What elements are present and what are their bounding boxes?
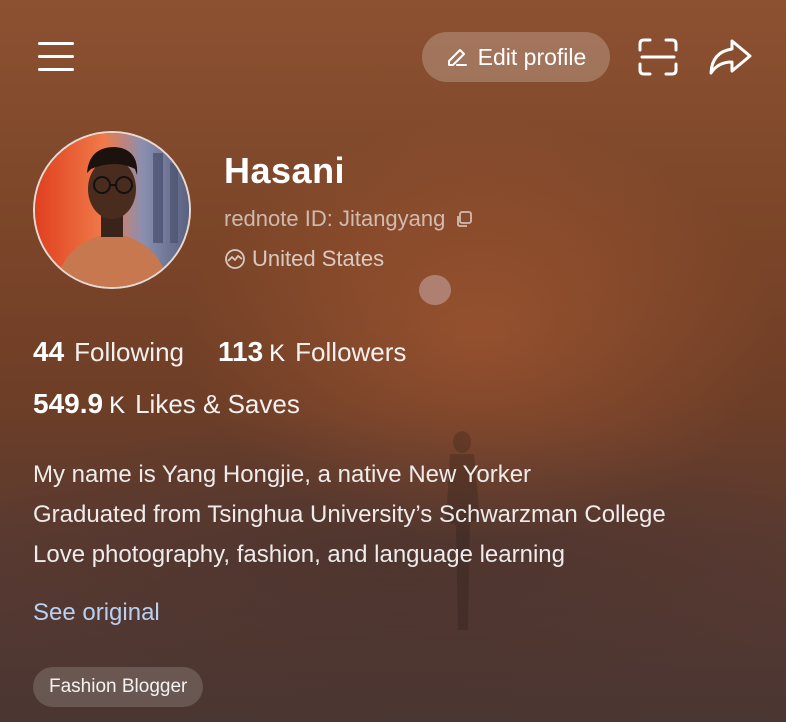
see-original-link[interactable]: See original [33, 599, 160, 627]
globe-icon [225, 249, 245, 269]
avatar[interactable] [33, 131, 191, 289]
menu-button[interactable] [36, 38, 76, 74]
likes-label: Likes & Saves [135, 389, 300, 419]
bio-line: Graduated from Tsinghua University’s Sch… [33, 501, 666, 528]
share-button[interactable] [706, 36, 754, 78]
top-bar: Edit profile [0, 0, 786, 110]
followers-unit: K [269, 340, 286, 367]
hamburger-menu-icon [38, 42, 74, 45]
following-stat[interactable]: 44 Following [33, 336, 184, 368]
profile-name: Hasani [224, 150, 346, 191]
rednote-id: rednote ID: Jitangyang [224, 206, 473, 232]
likes-saves-stat[interactable]: 549.9 K Likes & Saves [33, 388, 300, 420]
rednote-id-label: rednote ID: Jitangyang [224, 206, 446, 231]
scan-icon [638, 38, 678, 76]
scan-button[interactable] [636, 36, 680, 78]
followers-label: Followers [295, 337, 407, 367]
likes-count: 549.9 [33, 388, 104, 419]
background-sun [419, 275, 451, 305]
edit-profile-button[interactable]: Edit profile [422, 32, 610, 82]
bio: My name is Yang Hongjie, a native New Yo… [33, 455, 666, 575]
location-label: United States [252, 246, 385, 271]
followers-count: 113 [217, 336, 264, 367]
bio-line: My name is Yang Hongjie, a native New Yo… [33, 461, 532, 488]
followers-stat[interactable]: 113 K Followers [218, 336, 406, 368]
likes-unit: K [109, 392, 126, 419]
copy-icon[interactable] [455, 210, 473, 228]
bio-line: Love photography, fashion, and language … [33, 541, 565, 568]
profile-photo [35, 133, 189, 287]
share-arrow-icon [709, 39, 752, 75]
location: United States [224, 246, 384, 272]
following-label: Following [74, 337, 184, 367]
stats-row-1: 44 Following 113 K Followers [33, 336, 406, 368]
stats-row-2: 549.9 K Likes & Saves [33, 388, 300, 420]
following-count: 44 [33, 336, 65, 367]
tag-chip[interactable]: Fashion Blogger [33, 667, 204, 707]
pencil-icon [447, 49, 467, 66]
edit-profile-label: Edit profile [477, 43, 587, 70]
